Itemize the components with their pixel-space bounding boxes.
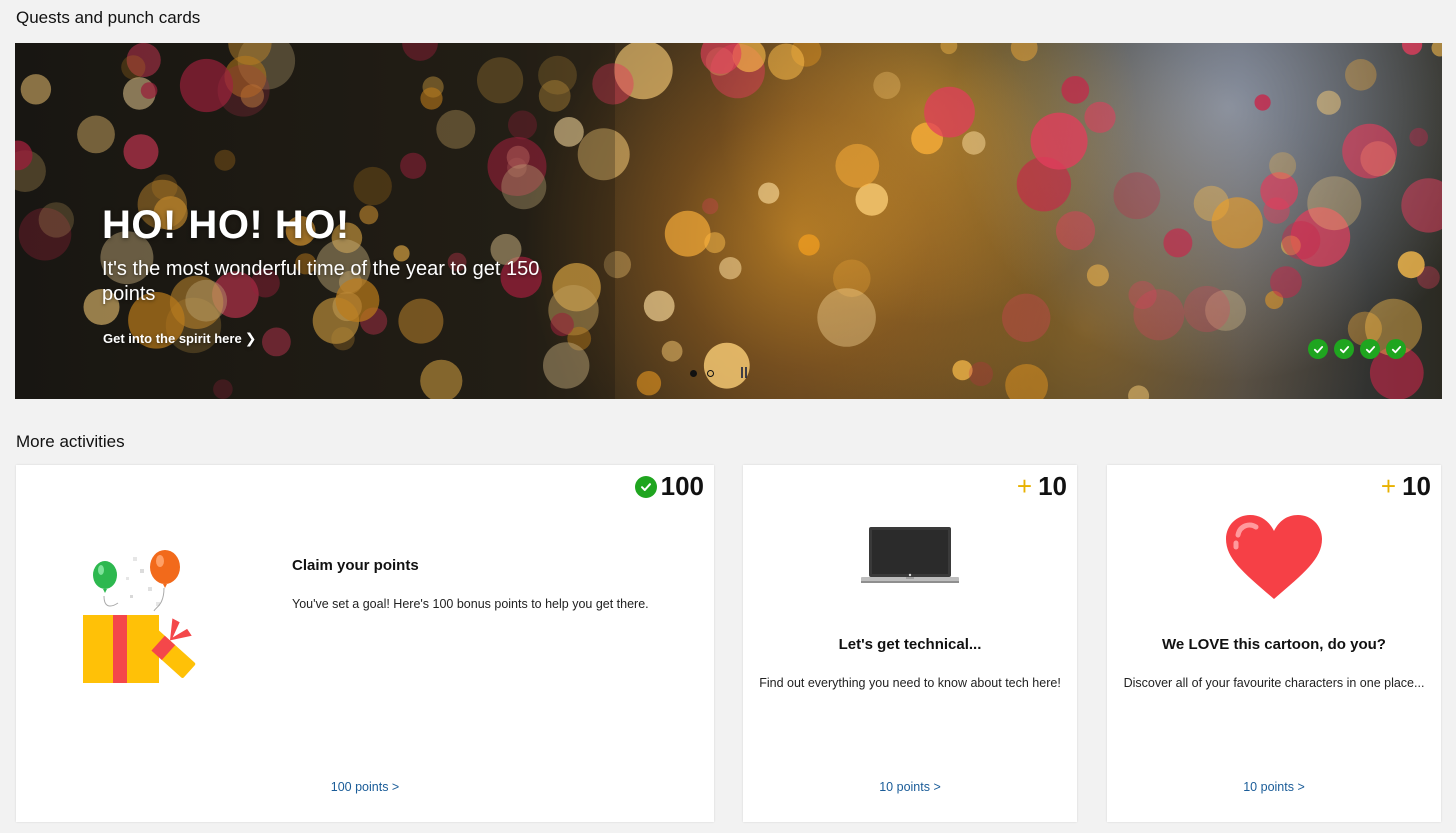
carousel-dot[interactable] — [690, 370, 697, 377]
bokeh-light — [664, 210, 711, 257]
more-activities-title: More activities — [16, 432, 125, 451]
bokeh-light — [1061, 76, 1090, 104]
bokeh-light — [817, 288, 876, 347]
hero-heading: HO! HO! HO! — [102, 203, 350, 247]
check-circle-icon — [1386, 339, 1406, 359]
bokeh-light — [924, 86, 975, 138]
bokeh-light — [835, 143, 880, 188]
quests-section-title: Quests and punch cards — [16, 8, 201, 27]
heart-icon — [1226, 515, 1322, 599]
points-badge: 100 — [634, 471, 704, 502]
card-title: We LOVE this cartoon, do you? — [1162, 636, 1386, 653]
bokeh-light — [940, 43, 958, 55]
chevron-right-icon: ❯ — [244, 330, 257, 346]
bokeh-light — [1345, 59, 1377, 91]
card-title: Claim your points — [292, 557, 419, 574]
bokeh-light — [1397, 251, 1425, 279]
bokeh-light — [661, 340, 683, 362]
bokeh-light — [1431, 43, 1442, 57]
bokeh-light — [1084, 101, 1116, 133]
bokeh-light — [1402, 43, 1423, 55]
bokeh-light — [758, 182, 780, 204]
bokeh-light — [1002, 293, 1051, 342]
bokeh-light — [636, 371, 662, 396]
bokeh-light — [1316, 90, 1341, 115]
bokeh-light — [1030, 112, 1088, 170]
bokeh-light — [1269, 152, 1297, 180]
bokeh-light — [702, 198, 719, 215]
points-badge: + 10 — [1381, 471, 1431, 502]
bokeh-light — [703, 342, 750, 389]
bokeh-light — [1270, 266, 1302, 299]
plus-icon: + — [1380, 471, 1397, 501]
card-description: Find out everything you need to know abo… — [759, 676, 1061, 690]
gift-balloons-icon — [83, 550, 196, 683]
carousel-dot[interactable] — [707, 370, 714, 377]
bokeh-light — [1128, 385, 1150, 399]
points-value: 10 — [1402, 471, 1431, 501]
bokeh-light — [1254, 94, 1271, 111]
card-points-link[interactable]: 10 points > — [1107, 780, 1441, 794]
bokeh-light — [1342, 123, 1397, 179]
bokeh-light — [719, 257, 742, 280]
bokeh-light — [1086, 264, 1109, 287]
bokeh-light — [1211, 197, 1263, 249]
points-badge: + 10 — [1017, 471, 1067, 502]
bokeh-light — [1401, 178, 1442, 233]
check-circle-icon — [1334, 339, 1354, 359]
bokeh-light — [1005, 364, 1048, 399]
bokeh-light — [962, 131, 986, 155]
hero-link[interactable]: Get into the spirit here ❯ — [103, 330, 256, 347]
bokeh-light — [1183, 285, 1230, 333]
bokeh-light — [767, 43, 805, 80]
laptop-icon — [861, 527, 959, 583]
activity-card-claim-points[interactable]: 100 Claim your points You've set a goal!… — [16, 465, 714, 822]
carousel-dots — [690, 370, 714, 377]
points-value: 10 — [1038, 471, 1067, 501]
check-circle-icon — [1308, 339, 1328, 359]
bokeh-light — [1113, 172, 1161, 220]
check-circle-icon — [634, 475, 657, 498]
hero-subtitle: It's the most wonderful time of the year… — [102, 258, 540, 305]
card-title: Let's get technical... — [838, 636, 982, 653]
card-description: Discover all of your favourite character… — [1123, 676, 1425, 690]
points-value: 100 — [660, 471, 704, 501]
bokeh-light — [1409, 127, 1428, 147]
hero-banner[interactable]: HO! HO! HO! It's the most wonderful time… — [15, 43, 1442, 399]
bokeh-light — [1010, 43, 1038, 62]
activity-card-cartoon[interactable]: + 10 We LOVE this cartoon, do you? Disco… — [1107, 465, 1441, 822]
bokeh-light — [643, 290, 675, 322]
bokeh-light — [1281, 221, 1321, 260]
plus-icon: + — [1016, 471, 1033, 501]
bokeh-light — [968, 361, 994, 386]
bokeh-light — [1133, 289, 1185, 341]
bokeh-light — [873, 71, 901, 99]
bokeh-light — [855, 183, 889, 216]
check-circle-icon — [1360, 339, 1380, 359]
pause-icon[interactable] — [741, 367, 747, 378]
hero-link-label: Get into the spirit here — [103, 331, 242, 346]
progress-checks — [1308, 339, 1406, 359]
activity-card-technical[interactable]: + 10 Let's get technical... Find out eve… — [743, 465, 1077, 822]
bokeh-light — [1307, 176, 1362, 231]
card-points-link[interactable]: 100 points > — [16, 780, 714, 794]
card-points-link[interactable]: 10 points > — [743, 780, 1077, 794]
card-description: You've set a goal! Here's 100 bonus poin… — [292, 597, 649, 611]
bokeh-light — [1055, 211, 1096, 251]
bokeh-light — [1163, 228, 1193, 258]
bokeh-light — [798, 234, 820, 256]
